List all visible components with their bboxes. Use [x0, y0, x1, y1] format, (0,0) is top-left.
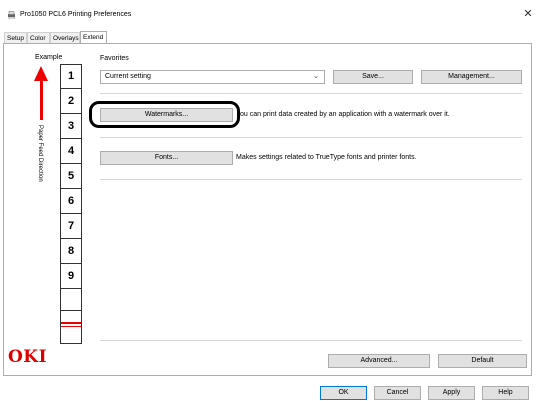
- feed-arrow-shaft: [40, 80, 43, 120]
- page-number: 8: [61, 239, 81, 264]
- page-number: 1: [61, 64, 81, 89]
- oki-logo: OKI: [8, 347, 48, 367]
- watermarks-description: ou can print data created by an applicat…: [240, 111, 450, 118]
- default-button[interactable]: Default: [438, 354, 527, 368]
- save-button[interactable]: Save...: [333, 70, 413, 84]
- favorites-select[interactable]: Current setting ⌄: [100, 70, 325, 84]
- page-number: 2: [61, 89, 81, 114]
- feed-marker: [61, 326, 81, 327]
- tab-setup[interactable]: Setup: [4, 32, 27, 43]
- page-number-blank: [61, 289, 81, 311]
- printer-icon: [8, 11, 15, 19]
- page-number: 5: [61, 164, 81, 189]
- favorites-selected-value: Current setting: [105, 73, 151, 80]
- divider: [100, 93, 522, 94]
- close-button[interactable]: ✕: [522, 8, 534, 20]
- example-label: Example: [35, 54, 63, 61]
- chevron-down-icon: ⌄: [313, 73, 319, 80]
- paper-feed-direction-label: Paper Feed Direction: [37, 125, 43, 182]
- advanced-button[interactable]: Advanced...: [328, 354, 430, 368]
- tab-overlays[interactable]: Overlays: [50, 32, 80, 43]
- title-bar: Pro1050 PCL6 Printing Preferences ✕: [0, 0, 536, 30]
- page-number: 7: [61, 214, 81, 239]
- fonts-description: Makes settings related to TrueType fonts…: [236, 154, 417, 161]
- ok-button[interactable]: OK: [320, 386, 367, 400]
- window-title: Pro1050 PCL6 Printing Preferences: [20, 11, 132, 18]
- page-number: 4: [61, 139, 81, 164]
- divider: [100, 137, 522, 138]
- divider: [100, 179, 522, 180]
- divider: [100, 340, 522, 341]
- cancel-button[interactable]: Cancel: [374, 386, 421, 400]
- page-number: 6: [61, 189, 81, 214]
- favorites-label: Favorites: [100, 55, 129, 62]
- feed-marker: [61, 322, 81, 324]
- highlight-ring: [89, 101, 240, 128]
- page-number: 3: [61, 114, 81, 139]
- management-button[interactable]: Management...: [421, 70, 522, 84]
- fonts-button[interactable]: Fonts...: [100, 151, 233, 165]
- page-number: 9: [61, 264, 81, 289]
- tab-color[interactable]: Color: [27, 32, 50, 43]
- apply-button[interactable]: Apply: [428, 386, 475, 400]
- help-button[interactable]: Help: [482, 386, 529, 400]
- feed-arrow-icon: [34, 66, 48, 81]
